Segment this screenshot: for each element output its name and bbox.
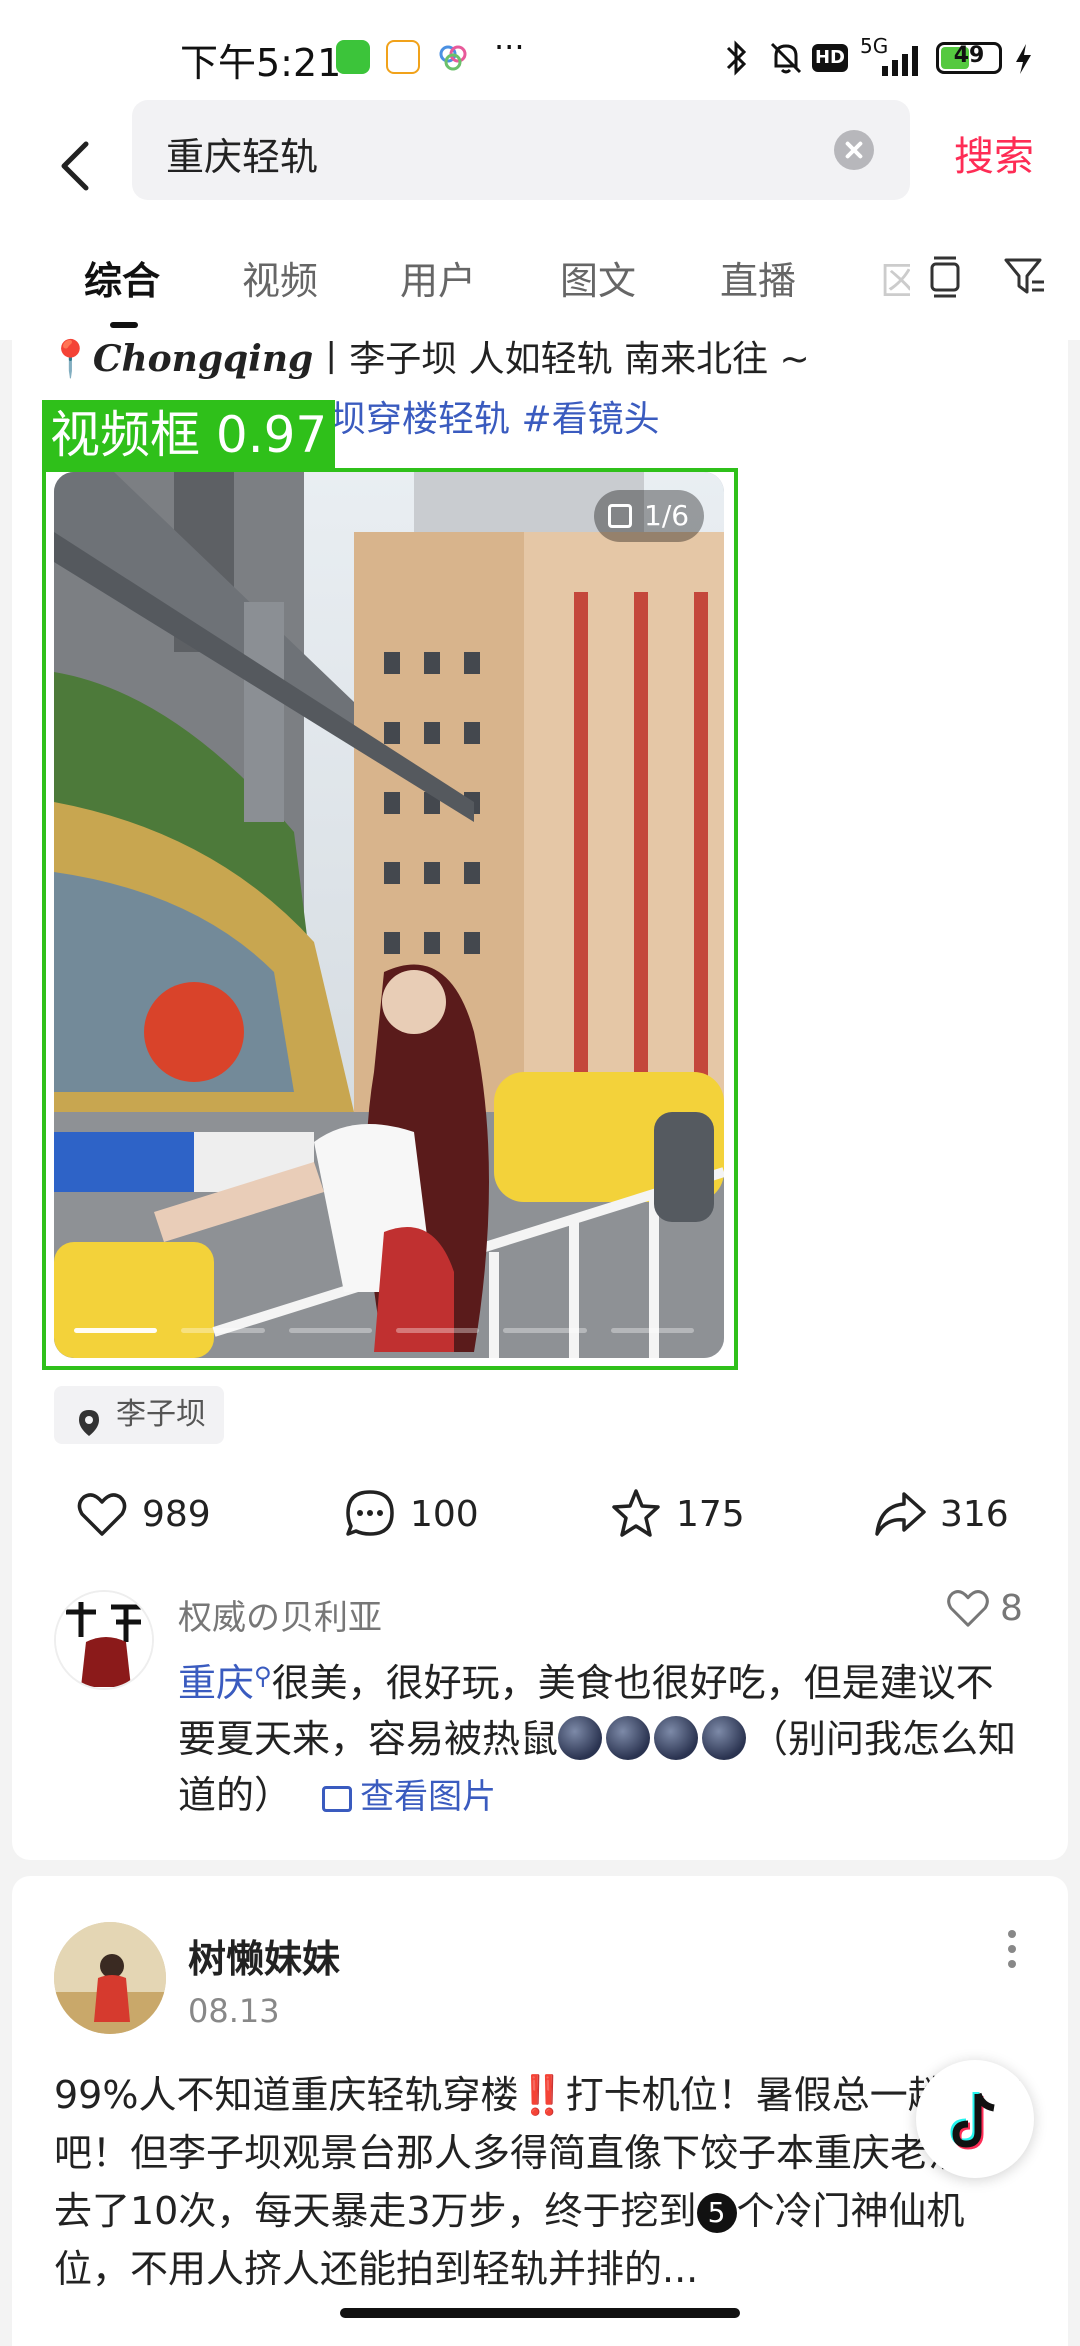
carousel-dot	[181, 1328, 265, 1333]
clear-search-icon[interactable]	[834, 130, 874, 170]
comment-button[interactable]: 100	[342, 1486, 502, 1546]
location-pin-icon	[74, 1400, 104, 1436]
comment-username[interactable]: 权威の贝利亚	[178, 1590, 382, 1639]
share-button[interactable]: 316	[872, 1486, 1032, 1546]
layout-toggle-icon[interactable]	[920, 250, 970, 300]
carousel-dot	[610, 1328, 694, 1333]
heart-outline-icon	[947, 1590, 989, 1627]
search-button[interactable]: 搜索	[954, 124, 1034, 182]
comment-text: 重庆⚲很美，很好玩，美食也很好吃，但是建议不要夏天来，容易被热鼠 （别问我怎么知道…	[178, 1648, 1028, 1825]
charging-icon	[1012, 42, 1034, 80]
heart-icon	[77, 1493, 127, 1536]
search-input[interactable]: 重庆轻轨	[132, 100, 910, 200]
view-image-link[interactable]: 查看图片	[304, 1777, 496, 1817]
detection-bounding-box	[42, 468, 738, 1370]
view-image-text: 查看图片	[360, 1777, 497, 1817]
bluetooth-icon	[722, 38, 752, 82]
location-tag[interactable]: 李子坝	[54, 1386, 224, 1444]
number-badge: 5	[696, 2193, 737, 2233]
favorite-button[interactable]: 175	[608, 1486, 768, 1546]
carousel-indicator	[74, 1328, 694, 1334]
search-query-text[interactable]: 重庆轻轨	[166, 126, 318, 181]
back-button[interactable]	[52, 122, 96, 202]
image-counter-text: 1/6	[644, 499, 690, 532]
post1-caption-italic: Chongqing	[92, 338, 314, 380]
favorite-count: 175	[676, 1494, 745, 1535]
58-app-icon	[386, 40, 420, 74]
status-time: 下午5:21	[180, 41, 342, 85]
search-header: 重庆轻轨 搜索	[0, 100, 1080, 230]
gallery-icon	[608, 504, 632, 528]
share-count: 316	[940, 1494, 1009, 1535]
more-notifications: ···	[494, 28, 525, 66]
status-bar: 下午5:21 ··· HD 5G 49	[0, 0, 1080, 100]
post2-date: 08.13	[188, 1992, 280, 2030]
home-indicator[interactable]	[340, 2308, 740, 2318]
battery-icon: 49	[936, 42, 1002, 74]
post2-text[interactable]: 99%人不知道重庆轻轨穿楼‼️打卡机位！暑假总一趟重庆吧！但李子坝观景台那人多得…	[54, 2066, 1034, 2298]
like-button[interactable]: 989	[74, 1486, 234, 1546]
moon-emoji-icon	[558, 1716, 603, 1760]
post2-username[interactable]: 树懒妹妹	[188, 1928, 340, 1983]
comment-tag-link[interactable]: 重庆⚲	[178, 1661, 272, 1705]
location-text: 李子坝	[116, 1397, 206, 1432]
tab-video[interactable]: 视频	[242, 250, 318, 305]
tab-comprehensive[interactable]: 综合	[84, 250, 160, 305]
comment-avatar[interactable]	[54, 1590, 154, 1690]
like-count: 989	[142, 1494, 211, 1535]
post1-caption-hashtags[interactable]: 坝穿楼轻轨 #看镜头	[330, 390, 660, 442]
active-tab-indicator	[110, 322, 138, 328]
tiktok-icon	[950, 2092, 995, 2150]
comment-tag-text: 重庆	[178, 1661, 255, 1705]
moon-emoji-icon	[702, 1716, 747, 1760]
wechat-icon	[336, 40, 370, 74]
image-icon	[322, 1786, 353, 1812]
filter-tabs: 综合 视频 用户 图文 直播 区	[0, 230, 1080, 340]
more-options-icon[interactable]	[1008, 1930, 1018, 1980]
user-avatar[interactable]	[54, 1922, 166, 2034]
comment-count: 100	[410, 1494, 479, 1535]
hd-badge: HD	[812, 44, 848, 72]
filter-icon[interactable]	[1000, 250, 1050, 300]
location-pin-emoji-icon: 📍	[48, 339, 93, 380]
battery-level: 49	[953, 43, 985, 68]
comment-like-count: 8	[1000, 1588, 1023, 1629]
comment-icon	[346, 1490, 394, 1536]
post1-caption-line1: 📍Chongqing丨李子坝 人如轻轨 南来北往 ~	[48, 330, 810, 382]
carousel-dot	[503, 1328, 587, 1333]
comment-like-button[interactable]: 8	[944, 1584, 1054, 1634]
tiktok-floating-button[interactable]	[916, 2060, 1034, 2178]
moon-emoji-icon	[654, 1716, 699, 1760]
star-icon	[612, 1489, 660, 1537]
tab-partial[interactable]: 区	[880, 250, 910, 305]
image-counter: 1/6	[594, 490, 704, 542]
tab-user[interactable]: 用户	[400, 250, 476, 305]
mute-bell-icon	[766, 38, 806, 82]
carousel-dot	[74, 1328, 158, 1333]
carousel-dot	[395, 1328, 480, 1333]
share-icon	[875, 1492, 926, 1536]
post1-caption-text: 丨李子坝 人如轻轨 南来北往 ~	[313, 339, 810, 380]
detection-label: 视频框 0.97	[42, 400, 336, 470]
tab-image-text[interactable]: 图文	[560, 250, 636, 305]
carousel-dot	[288, 1328, 372, 1333]
cloud-app-icon	[436, 40, 470, 74]
signal-icon	[860, 44, 926, 80]
tab-live[interactable]: 直播	[720, 250, 796, 305]
tag-search-icon: ⚲	[254, 1662, 272, 1690]
moon-emoji-icon	[606, 1716, 651, 1760]
